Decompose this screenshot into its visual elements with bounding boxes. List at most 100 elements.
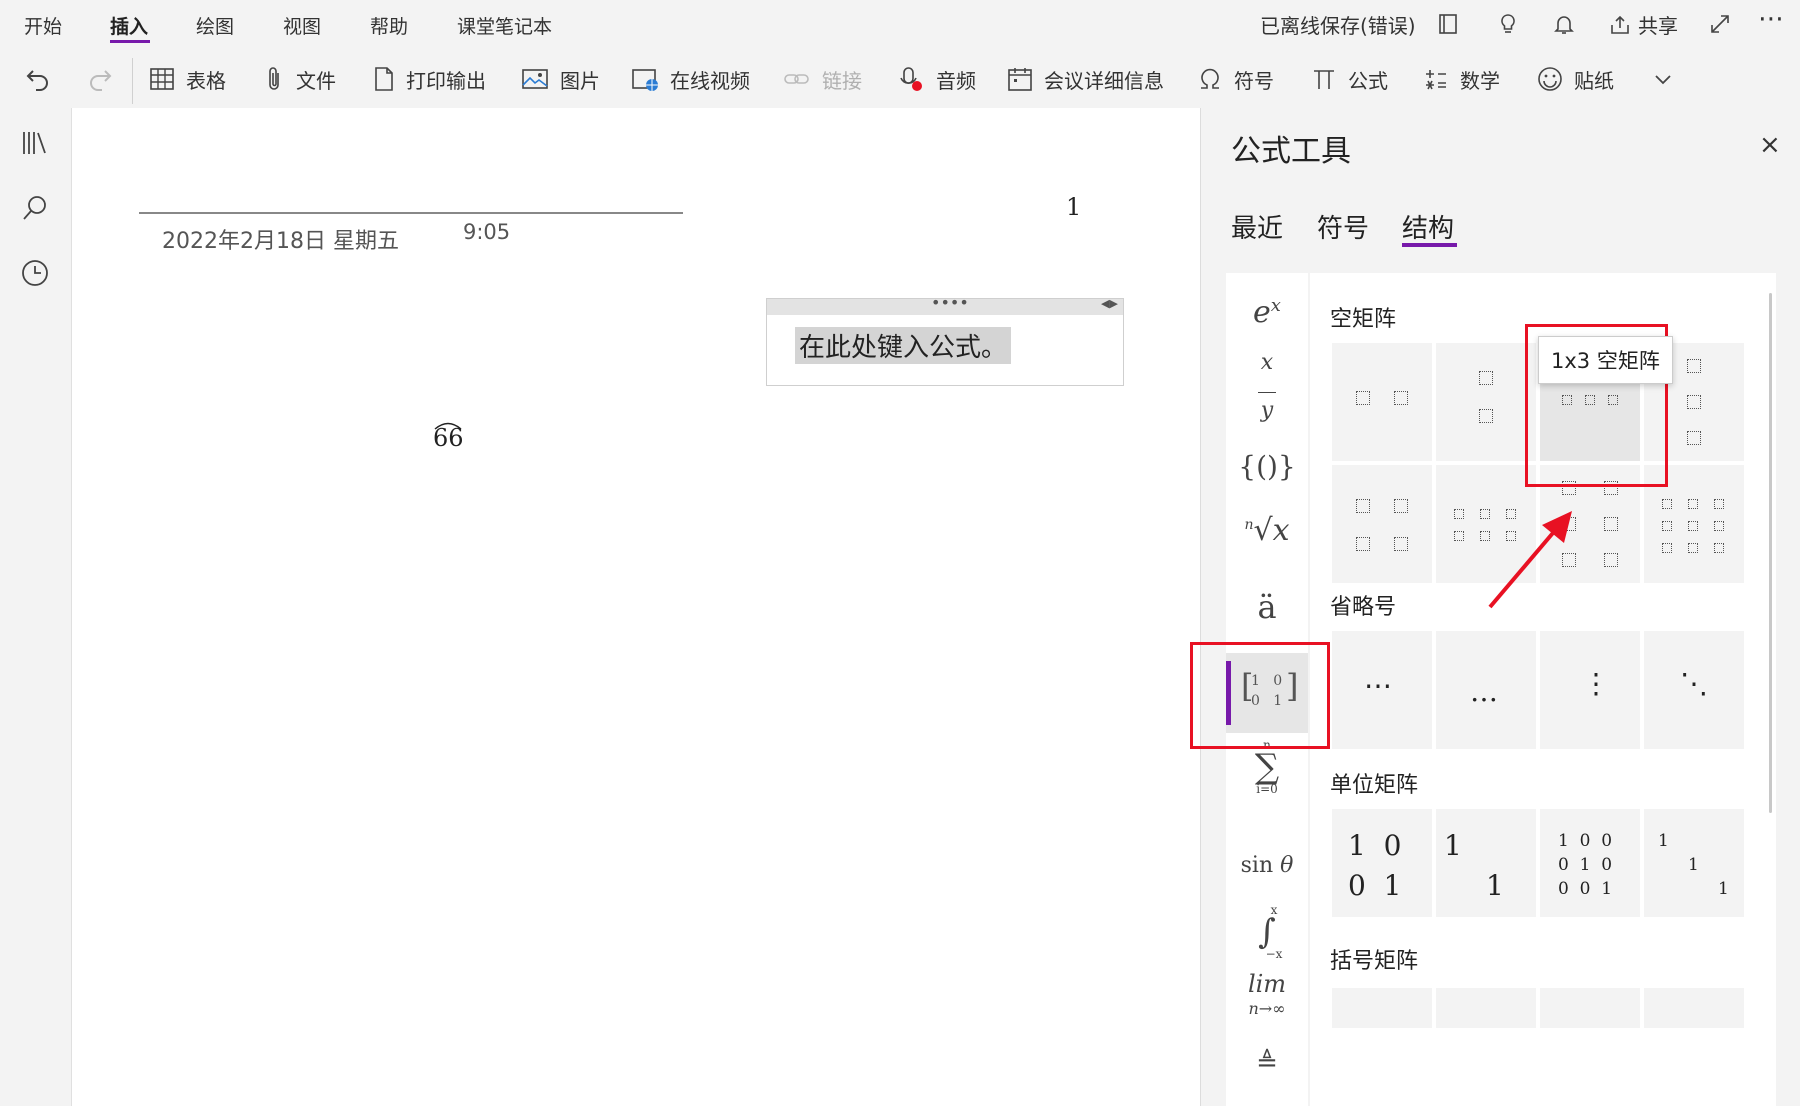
ellipsis-diagonal-tile[interactable]: ⋱	[1644, 631, 1744, 749]
bell-icon[interactable]	[1552, 12, 1576, 41]
matrix-placeholder	[1688, 499, 1698, 509]
insert-link-button[interactable]: 链接	[782, 64, 862, 94]
table-icon	[150, 68, 174, 90]
matrix-1x2-tile[interactable]	[1332, 343, 1432, 461]
notebooks-icon[interactable]	[20, 128, 50, 162]
identity-3x3-tile[interactable]: 1 0 0 0 1 0 0 0 1	[1540, 809, 1640, 917]
structure-function-button[interactable]: sin θ	[1226, 853, 1308, 878]
page-title-line	[139, 212, 683, 214]
matrix-glyph: 1	[1444, 829, 1462, 862]
pi-icon	[1314, 70, 1334, 89]
structure-radical-button[interactable]: n√x	[1226, 513, 1308, 548]
notebook-view-icon[interactable]	[1436, 12, 1460, 41]
ribbon-expand-button[interactable]	[1652, 64, 1684, 94]
redo-button[interactable]	[86, 64, 124, 94]
matrix-placeholder	[1688, 521, 1698, 531]
matrix-2x2-tile[interactable]	[1332, 465, 1432, 583]
share-button[interactable]: 共享	[1608, 10, 1678, 39]
matrix-placeholder	[1662, 521, 1672, 531]
online-video-icon	[632, 69, 658, 91]
insert-audio-button[interactable]: 音频	[896, 64, 976, 94]
sticker-button[interactable]: 贴纸	[1536, 64, 1614, 94]
navigation-rail	[0, 108, 72, 1106]
highlight-box-matrix-category	[1190, 642, 1330, 749]
math-icon	[1426, 70, 1446, 90]
save-status[interactable]: 已离线保存(错误)	[1260, 10, 1416, 39]
note-number[interactable]: 1	[1066, 193, 1081, 221]
calendar-icon	[1008, 68, 1032, 91]
undo-button[interactable]	[24, 64, 62, 94]
insert-printout-button[interactable]: 打印输出	[372, 64, 486, 94]
more-options-icon[interactable]: ⋯	[1758, 4, 1784, 34]
recent-clock-icon[interactable]	[20, 258, 50, 292]
structure-bracket-button[interactable]: {()}	[1226, 450, 1308, 483]
identity-3x3-sparse-tile[interactable]: 1 1 1	[1644, 809, 1744, 917]
table-label: 表格	[186, 68, 226, 93]
ellipsis-vertical-tile[interactable]: ⋮	[1540, 631, 1640, 749]
arc-accent-equation[interactable]: 66	[431, 416, 471, 456]
identity-2x2-tile[interactable]: 1 0 0 1	[1332, 809, 1432, 917]
matrix-placeholder	[1479, 371, 1493, 385]
structure-accent-button[interactable]: ä	[1226, 588, 1308, 626]
online-video-label: 在线视频	[670, 68, 750, 93]
tab-recent[interactable]: 最近	[1231, 208, 1283, 245]
insert-symbol-button[interactable]: 符号	[1196, 64, 1274, 94]
meeting-details-button[interactable]: 会议详细信息	[1006, 64, 1164, 94]
page-canvas[interactable]: 2022年2月18日 星期五 9:05 1 66 •••• ◀▶ 在此处键入公式…	[72, 108, 1200, 1106]
meeting-label: 会议详细信息	[1044, 68, 1164, 93]
tab-symbols[interactable]: 符号	[1317, 208, 1369, 245]
tab-structures[interactable]: 结构	[1402, 208, 1454, 245]
structure-script-button[interactable]: ex	[1226, 295, 1308, 330]
insert-file-button[interactable]: 文件	[262, 64, 336, 94]
structure-operator-button[interactable]: ≜	[1226, 1048, 1308, 1078]
bracket-matrix-tile[interactable]	[1436, 988, 1536, 1028]
gallery-scrollbar[interactable]	[1769, 293, 1772, 813]
matrix-placeholder	[1356, 537, 1370, 551]
insert-equation-button[interactable]: 公式	[1310, 64, 1388, 94]
insert-picture-button[interactable]: 图片	[520, 64, 600, 94]
insert-online-video-button[interactable]: 在线视频	[630, 64, 750, 94]
equation-container[interactable]: •••• ◀▶ 在此处键入公式。	[766, 293, 1124, 386]
drag-handle-icon[interactable]: ••••	[931, 293, 969, 312]
tab-class-notebook[interactable]: 课堂笔记本	[457, 12, 552, 39]
matrix-placeholder	[1688, 543, 1698, 553]
lightbulb-icon[interactable]	[1496, 12, 1520, 41]
expand-icon[interactable]	[1708, 12, 1732, 41]
tab-insert[interactable]: 插入	[110, 12, 148, 39]
ellipsis-glyph: ⋯	[1364, 669, 1392, 702]
insert-table-button[interactable]: 表格	[148, 64, 226, 94]
math-button[interactable]: 数学	[1422, 64, 1500, 94]
equation-label: 公式	[1348, 68, 1388, 93]
matrix-placeholder	[1714, 543, 1724, 553]
printout-label: 打印输出	[406, 68, 486, 93]
tab-help[interactable]: 帮助	[370, 12, 408, 39]
matrix-placeholder	[1662, 499, 1672, 509]
close-icon[interactable]: ×	[1759, 130, 1781, 160]
structure-limit-button[interactable]: lim n→∞	[1226, 972, 1308, 1020]
matrix-glyph: 1 0	[1348, 829, 1402, 862]
matrix-glyph: 1 0 0	[1558, 831, 1613, 851]
structure-integral-button[interactable]: x ∫ −x	[1226, 903, 1308, 961]
ellipsis-baseline-tile[interactable]: …	[1436, 631, 1536, 749]
tab-draw[interactable]: 绘图	[196, 12, 234, 39]
bracket-matrix-tile[interactable]	[1644, 988, 1744, 1028]
tab-home[interactable]: 开始	[24, 12, 62, 39]
ellipsis-midline-tile[interactable]: ⋯	[1332, 631, 1432, 749]
matrix-placeholder	[1394, 499, 1408, 513]
equation-input[interactable]: 在此处键入公式。	[795, 327, 1012, 364]
picture-icon	[522, 69, 548, 89]
smiley-icon	[1538, 67, 1562, 91]
search-icon[interactable]	[20, 193, 50, 227]
bracket-matrix-tile[interactable]	[1540, 988, 1640, 1028]
container-drag-bar[interactable]: •••• ◀▶	[767, 293, 1123, 315]
tab-view[interactable]: 视图	[283, 12, 321, 39]
matrix-2x1-tile[interactable]	[1436, 343, 1536, 461]
ellipsis-glyph: …	[1470, 675, 1498, 708]
matrix-glyph: 1	[1688, 855, 1699, 875]
section-bracket-matrix: 括号矩阵	[1330, 949, 1419, 974]
identity-2x2-sparse-tile[interactable]: 1 1	[1436, 809, 1536, 917]
arc-accent-text: 66	[433, 424, 464, 452]
resize-arrows-icon[interactable]: ◀▶	[1101, 297, 1118, 310]
bracket-matrix-tile[interactable]	[1332, 988, 1432, 1028]
structure-fraction-button[interactable]: xy	[1226, 351, 1308, 423]
